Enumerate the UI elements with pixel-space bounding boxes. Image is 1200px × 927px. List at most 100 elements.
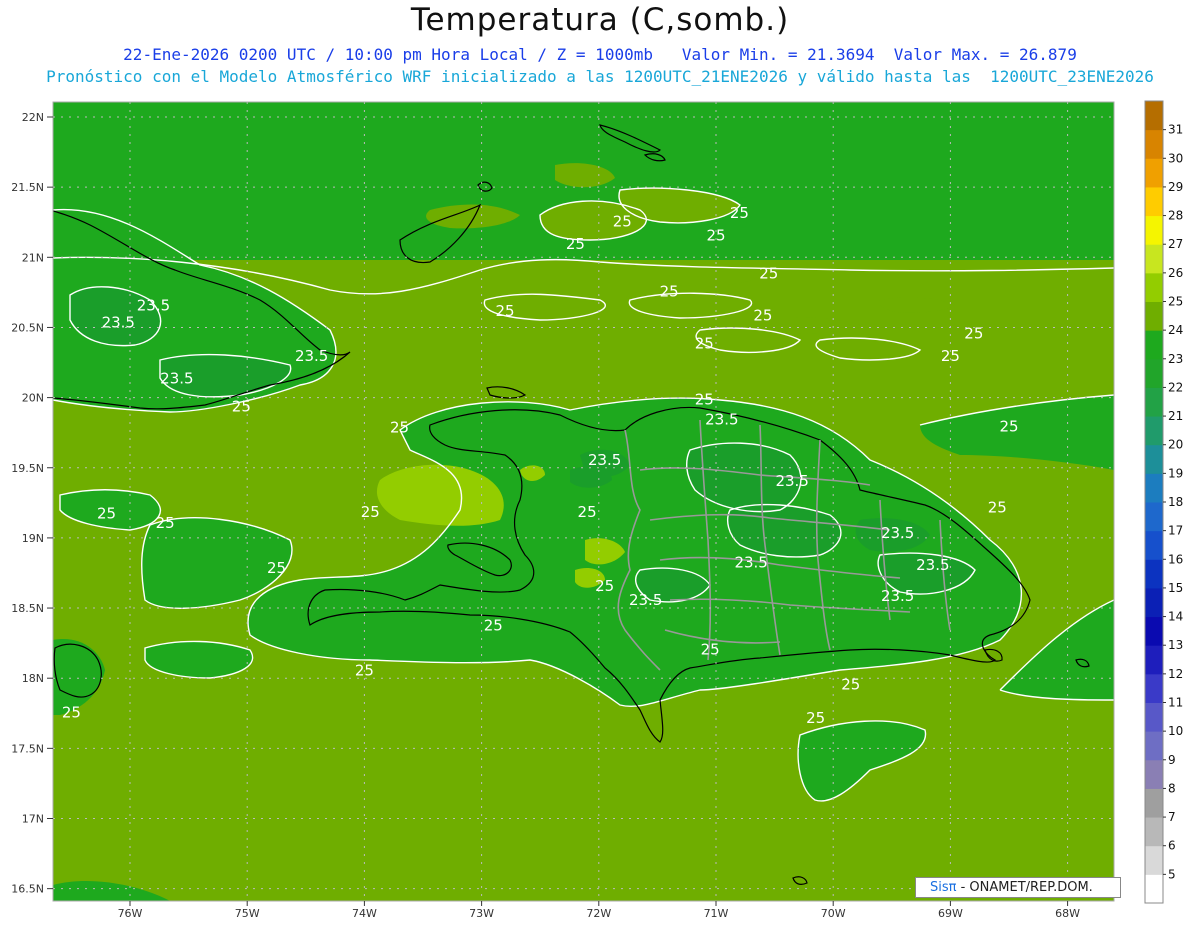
colorbar-swatch xyxy=(1145,473,1163,503)
colorbar-swatch xyxy=(1145,215,1163,245)
contour-label: 25 xyxy=(156,514,175,532)
colorbar-swatch xyxy=(1145,186,1163,217)
colorbar-label: 20 xyxy=(1168,438,1183,452)
contour-label: 25 xyxy=(660,283,679,301)
lon-tick-label: 75W xyxy=(235,907,260,920)
contour-label: 23.5 xyxy=(629,591,662,609)
contour-label: 25 xyxy=(355,661,374,679)
subtitle-forecast-time: 22-Ene-2026 0200 UTC / 10:00 pm Hora Loc… xyxy=(123,45,1077,64)
contour-label: 25 xyxy=(97,504,116,522)
contour-label: 23.5 xyxy=(734,553,767,571)
contour-label: 25 xyxy=(390,419,409,437)
colorbar-swatch xyxy=(1145,587,1163,618)
lat-tick-label: 20N xyxy=(22,392,44,405)
contour-label: 25 xyxy=(62,703,81,721)
colorbar-swatch xyxy=(1145,129,1163,159)
colorbar-label: 16 xyxy=(1168,552,1183,566)
lon-tick-label: 73W xyxy=(469,907,494,920)
credit-box: Sisπ - ONAMET/REP.DOM. xyxy=(915,877,1121,898)
contour-label: 25 xyxy=(566,235,585,253)
colorbar-swatch xyxy=(1145,244,1163,274)
colorbar-swatch xyxy=(1145,272,1163,302)
colorbar-swatch xyxy=(1145,530,1163,560)
colorbar: 5 6 7 8 9 10 11 12 13 14 15 16 17 18 19 20 21 22 23 24 25 26 2… xyxy=(1144,100,1183,904)
contour-label: 25 xyxy=(267,559,286,577)
colorbar-label: 9 xyxy=(1168,753,1176,767)
lat-tick-label: 17.5N xyxy=(11,742,44,755)
colorbar-label: 24 xyxy=(1168,323,1183,337)
contour-label: 25 xyxy=(701,640,720,658)
contour-label: 25 xyxy=(999,417,1018,435)
contour-label: 23.5 xyxy=(916,556,949,574)
contour-label: 23.5 xyxy=(160,370,193,388)
lat-tick-label: 16.5N xyxy=(11,883,44,896)
colorbar-label: 8 xyxy=(1168,781,1176,795)
contour-label: 25 xyxy=(595,577,614,595)
contour-label: 23.5 xyxy=(705,410,738,428)
contour-label: 25 xyxy=(988,499,1007,517)
colorbar-swatch xyxy=(1145,874,1163,904)
contour-label: 25 xyxy=(841,675,860,693)
colorbar-swatch xyxy=(1145,101,1163,131)
subtitle-model-info: Pronóstico con el Modelo Atmosférico WRF… xyxy=(46,67,1154,86)
contour-label: 23.5 xyxy=(295,347,328,365)
contour-label: 23.5 xyxy=(775,472,808,490)
colorbar-label: 6 xyxy=(1168,839,1176,853)
contour-label: 25 xyxy=(806,709,825,727)
lon-tick-label: 72W xyxy=(586,907,611,920)
lat-tick-label: 22N xyxy=(22,111,44,124)
lat-tick-label: 17N xyxy=(22,813,44,826)
colorbar-label: 7 xyxy=(1168,810,1176,824)
colorbar-label: 29 xyxy=(1168,180,1183,194)
lon-tick-label: 68W xyxy=(1055,907,1080,920)
colorbar-label: 13 xyxy=(1168,638,1183,652)
contour-label: 23.5 xyxy=(137,297,170,315)
credit-text: - ONAMET/REP.DOM. xyxy=(956,880,1093,895)
contour-label: 25 xyxy=(695,334,714,352)
lat-tick-label: 18.5N xyxy=(11,602,44,615)
contour-label: 23.5 xyxy=(588,451,621,469)
contour-label: 23.5 xyxy=(881,524,914,542)
contour-label: 25 xyxy=(941,347,960,365)
colorbar-swatch xyxy=(1145,845,1163,875)
lat-tick-label: 21N xyxy=(22,251,44,264)
colorbar-label: 25 xyxy=(1168,295,1183,309)
colorbar-swatch xyxy=(1145,788,1163,818)
colorbar-swatch xyxy=(1145,416,1163,446)
colorbar-swatch xyxy=(1145,502,1163,532)
colorbar-label: 30 xyxy=(1168,151,1183,165)
colorbar-swatch xyxy=(1145,759,1163,789)
colorbar-label: 15 xyxy=(1168,581,1183,595)
colorbar-swatch xyxy=(1145,559,1163,589)
sispi-logo: Sisπ xyxy=(930,880,957,895)
lat-tick-label: 19N xyxy=(22,532,44,545)
contour-label: 25 xyxy=(964,325,983,343)
colorbar-swatch xyxy=(1145,387,1163,417)
contour-label: 23.5 xyxy=(102,313,135,331)
colorbar-swatch xyxy=(1145,330,1163,360)
lat-tick-label: 18N xyxy=(22,672,44,685)
colorbar-swatch xyxy=(1145,702,1163,732)
colorbar-label: 10 xyxy=(1168,724,1183,738)
colorbar-label: 23 xyxy=(1168,352,1183,366)
colorbar-swatch xyxy=(1145,444,1163,474)
colorbar-label: 14 xyxy=(1168,610,1183,624)
map-title: Temperatura (C,somb.) xyxy=(410,2,790,38)
colorbar-label: 18 xyxy=(1168,495,1183,509)
lon-tick-label: 70W xyxy=(821,907,846,920)
contour-label: 25 xyxy=(232,398,251,416)
colorbar-label: 21 xyxy=(1168,409,1183,423)
colorbar-label: 27 xyxy=(1168,237,1183,251)
lon-tick-label: 71W xyxy=(704,907,729,920)
contour-label: 25 xyxy=(495,302,514,320)
contour-label: 25 xyxy=(578,503,597,521)
temperature-map: 25252525252525 2525252523.523.523.523.525… xyxy=(11,100,1183,920)
colorbar-label: 17 xyxy=(1168,524,1183,538)
lon-tick-label: 69W xyxy=(938,907,963,920)
colorbar-swatch xyxy=(1145,358,1163,388)
colorbar-swatch xyxy=(1145,158,1163,188)
colorbar-swatch xyxy=(1145,616,1163,646)
colorbar-swatch xyxy=(1145,673,1163,703)
colorbar-swatch xyxy=(1145,817,1163,847)
lat-tick-label: 20.5N xyxy=(11,321,44,334)
